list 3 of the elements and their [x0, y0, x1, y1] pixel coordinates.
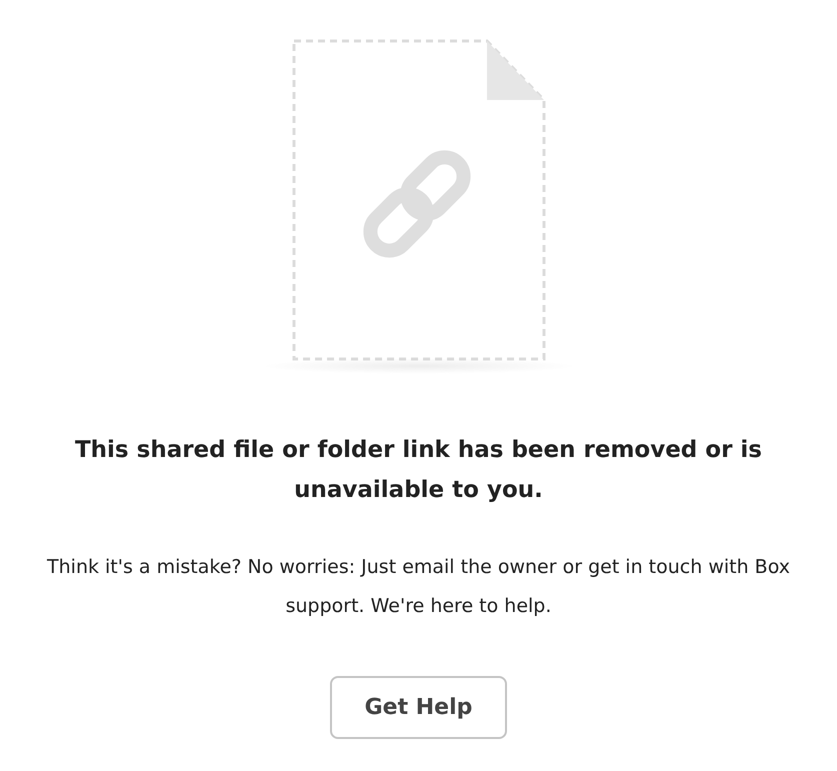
- error-message: Think it's a mistake? No worries: Just email the owner or get in touch with Box support. We're here to help.: [46, 555, 791, 619]
- get-help-button[interactable]: Get Help: [330, 676, 507, 739]
- error-title: This shared file or folder link has been removed or is unavailable to you.: [74, 436, 763, 505]
